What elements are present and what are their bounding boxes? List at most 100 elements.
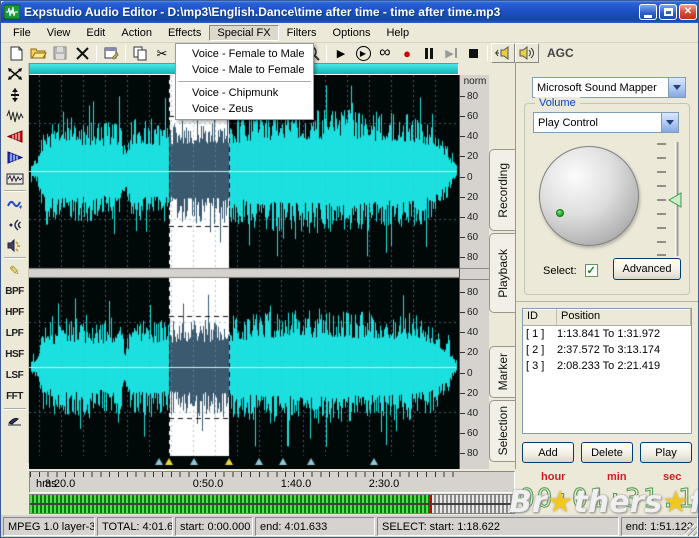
filter-fft-button[interactable]: FFT (2, 386, 28, 407)
chevron-down-icon[interactable] (661, 113, 678, 132)
menu-options[interactable]: Options (325, 25, 379, 41)
tick-label: 40 (467, 131, 478, 142)
volume-select[interactable]: Play Control (533, 112, 679, 133)
filter-hpf-button[interactable]: HPF (2, 302, 28, 323)
voice-fx-button[interactable] (2, 235, 28, 256)
list-item[interactable]: [ 1 ] 1:13.841 To 1:31.972 (523, 326, 691, 342)
menu-edit[interactable]: Edit (78, 25, 113, 41)
time-ruler[interactable]: 0:50.01:40.02:30.03:20.0 hms (29, 471, 515, 493)
selection-listview[interactable]: ID Position [ 1 ] 1:13.841 To 1:31.972 [… (522, 308, 692, 434)
delete-button[interactable] (71, 44, 93, 62)
status-segment: end: 4:01.633 (255, 517, 375, 536)
status-segment: start: 0:00.000 (175, 517, 253, 536)
play-button[interactable]: ▶ (330, 44, 352, 62)
filter-lsf-button[interactable]: LSF (2, 365, 28, 386)
copy-button[interactable] (129, 44, 151, 62)
device-select[interactable]: Microsoft Sound Mapper (532, 77, 686, 98)
norm-label: norm (460, 76, 490, 87)
new-file-button[interactable] (5, 44, 27, 62)
volume-slider[interactable] (655, 138, 683, 260)
menu-view[interactable]: View (39, 25, 79, 41)
progress-bar-left (30, 495, 514, 503)
time-digits: 00:01:31.1 (519, 484, 696, 514)
center-line-button[interactable] (2, 84, 28, 105)
speaker-icon (518, 46, 536, 60)
step-button[interactable]: ▶ (440, 44, 462, 62)
listview-header: ID Position (523, 309, 691, 326)
add-button[interactable]: Add (522, 442, 574, 463)
tab-selection[interactable]: Selection (489, 400, 515, 462)
stop-button[interactable] (462, 44, 484, 62)
ruler-ticks (30, 472, 460, 477)
play-selection-button[interactable]: Play (640, 442, 692, 463)
menu-action[interactable]: Action (113, 25, 160, 41)
maximize-button[interactable] (659, 4, 677, 20)
pause-button[interactable] (418, 44, 440, 62)
list-item[interactable]: [ 2 ] 2:37.572 To 3:13.174 (523, 342, 691, 358)
menu-item-voice-female-to-male[interactable]: Voice - Female to Male (176, 46, 313, 62)
record-icon: ● (403, 46, 411, 61)
monitor-input-button[interactable] (491, 43, 515, 63)
selection-panel: ID Position [ 1 ] 1:13.841 To 1:31.972 [… (515, 301, 698, 469)
tab-recording[interactable]: Recording (489, 149, 515, 231)
zoom-fit-button[interactable] (2, 63, 28, 84)
waveform-display[interactable] (29, 75, 459, 469)
menu-file[interactable]: File (5, 25, 39, 41)
filter-lpf-button[interactable]: LPF (2, 323, 28, 344)
channel-divider-scale (460, 268, 490, 280)
cut-button[interactable]: ✂ (151, 44, 173, 62)
fade-out-button[interactable] (2, 126, 28, 147)
echo-button[interactable] (2, 214, 28, 235)
tick-label: 60 (467, 232, 478, 243)
tab-playback[interactable]: Playback (489, 233, 515, 313)
draw-button[interactable]: ✎ (2, 260, 28, 281)
column-position[interactable]: Position (557, 309, 691, 325)
echo-waves-icon (8, 218, 22, 232)
menu-item-voice-chipmunk[interactable]: Voice - Chipmunk (176, 85, 313, 101)
volume-knob[interactable] (539, 146, 639, 246)
menu-help[interactable]: Help (378, 25, 417, 41)
tick-label: 0 (467, 368, 473, 379)
record-button[interactable]: ● (396, 44, 418, 62)
close-button[interactable]: ✕ (679, 4, 697, 20)
sidebar-separator (4, 257, 26, 259)
slider-handle[interactable] (669, 193, 681, 207)
advanced-button[interactable]: Advanced (613, 258, 681, 280)
loop-button[interactable]: ∞ (374, 44, 396, 62)
play-all-button[interactable]: ▶ (352, 44, 374, 62)
filter-hsf-button[interactable]: HSF (2, 344, 28, 365)
window-title: Expstudio Audio Editor - D:\mp3\English.… (24, 5, 637, 19)
normalize-button[interactable] (2, 168, 28, 189)
monitor-output-button[interactable] (515, 43, 539, 63)
waveform-canvas[interactable] (29, 75, 459, 469)
menu-effects[interactable]: Effects (160, 25, 209, 41)
menu-item-voice-zeus[interactable]: Voice - Zeus (176, 101, 313, 117)
scale-bottom-channel: 80604020020406080 (460, 287, 490, 459)
amplify-button[interactable] (2, 105, 28, 126)
select-checkbox[interactable]: ✓ (585, 264, 598, 277)
signature-button[interactable] (2, 411, 28, 432)
minimize-button[interactable] (639, 4, 657, 20)
tick-label: 40 (467, 212, 478, 223)
chevron-down-icon[interactable] (668, 78, 685, 97)
delete-x-icon (76, 47, 89, 60)
tab-marker[interactable]: Marker (489, 346, 515, 398)
noise-reduce-button[interactable] (2, 193, 28, 214)
column-id[interactable]: ID (523, 309, 557, 325)
minimize-icon (644, 15, 652, 18)
save-button[interactable] (49, 44, 71, 62)
menu-special-fx[interactable]: Special FX (209, 25, 278, 41)
filter-bpf-button[interactable]: BPF (2, 281, 28, 302)
properties-button[interactable] (100, 44, 122, 62)
list-item[interactable]: [ 3 ] 2:08.233 To 2:21.419 (523, 358, 691, 374)
list-buttons: Add Delete Play (522, 442, 692, 463)
title-bar[interactable]: Expstudio Audio Editor - D:\mp3\English.… (1, 1, 699, 23)
copy-icon (133, 46, 148, 61)
delete-selection-button[interactable]: Delete (581, 442, 633, 463)
resize-grip[interactable] (685, 524, 697, 536)
agc-toggle[interactable]: AGC (547, 46, 574, 60)
fade-in-button[interactable] (2, 147, 28, 168)
menu-filters[interactable]: Filters (279, 25, 325, 41)
open-file-button[interactable] (27, 44, 49, 62)
menu-item-voice-male-to-female[interactable]: Voice - Male to Female (176, 62, 313, 78)
